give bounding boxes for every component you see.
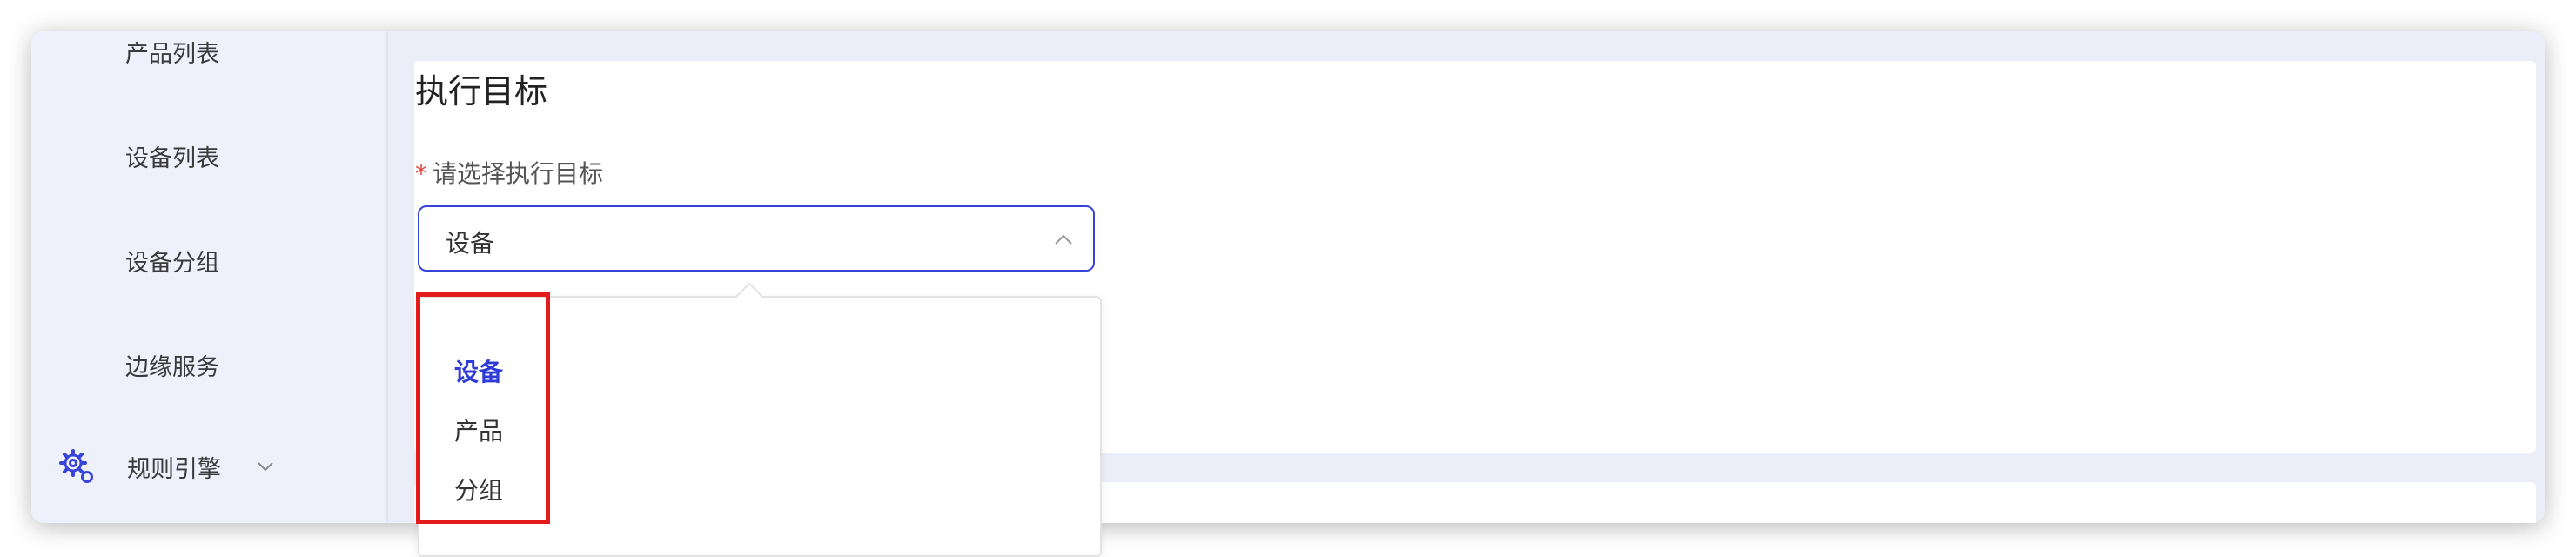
highlight-box [416, 292, 550, 524]
chevron-down-icon [258, 462, 273, 472]
required-mark: * [415, 159, 427, 188]
sidebar-item-label: 设备分组 [125, 250, 219, 277]
sidebar-item-label: 设备列表 [125, 145, 219, 172]
sidebar-item-label: 边缘服务 [125, 354, 219, 381]
gear-icon [59, 449, 93, 483]
sidebar-item-device-group[interactable]: 设备分组 [125, 244, 219, 278]
field-label-text: 请选择执行目标 [433, 159, 604, 188]
sidebar-item-label: 产品列表 [125, 41, 219, 68]
sidebar-item-product-list[interactable]: 产品列表 [125, 35, 219, 69]
target-select[interactable]: 设备 [418, 205, 1095, 272]
field-label: * 请选择执行目标 [415, 155, 603, 190]
select-value: 设备 [446, 229, 495, 258]
chevron-up-icon [1055, 234, 1072, 245]
sidebar-group-rule-engine[interactable]: 规则引擎 [57, 447, 275, 486]
sidebar: 产品列表 设备列表 设备分组 边缘服务 规则引擎 [31, 31, 388, 523]
app-window: 产品列表 设备列表 设备分组 边缘服务 规则引擎 [31, 31, 2545, 523]
sidebar-item-device-list[interactable]: 设备列表 [125, 139, 219, 173]
sidebar-item-edge-service[interactable]: 边缘服务 [125, 348, 219, 382]
sidebar-group-label: 规则引擎 [127, 455, 221, 483]
section-title: 执行目标 [415, 72, 548, 111]
